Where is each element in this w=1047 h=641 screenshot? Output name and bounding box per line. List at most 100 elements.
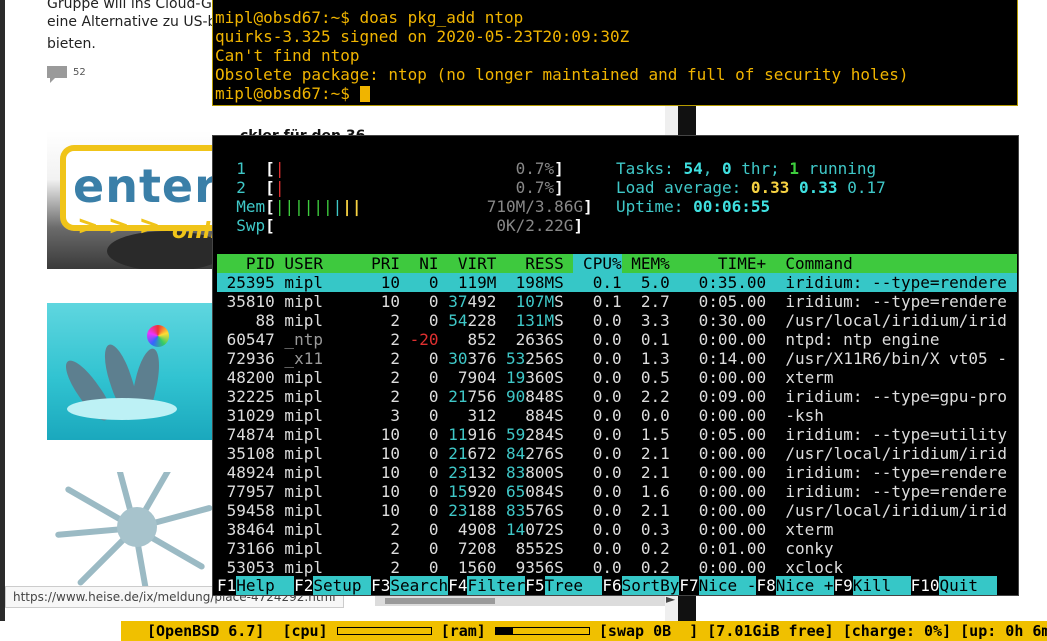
- fkey-label-kill[interactable]: Kill: [852, 576, 911, 595]
- cell-res-units: 276: [525, 444, 555, 463]
- cell-time: 0:00.00: [669, 368, 767, 387]
- column-header-pid[interactable]: PID: [217, 254, 275, 273]
- cell-res: 884: [496, 406, 555, 425]
- cell-virt: 7904: [438, 368, 497, 387]
- process-row[interactable]: 53053 mipl 2 0 1560 9356S 0.0 0.2 0:00.0…: [217, 558, 1017, 577]
- cpu1-meter: 1 [| 0.7%]: [236, 159, 564, 178]
- function-key-bar[interactable]: F1Help F2Setup F3SearchF4FilterF5Tree F6…: [217, 576, 1017, 595]
- process-row[interactable]: 77957 mipl 10 0 15920 65084S 0.0 1.6 0:0…: [217, 482, 1017, 501]
- cell-time: 0:00.00: [669, 520, 767, 539]
- cell-body: [117, 507, 157, 547]
- cell-virt-units: 920: [467, 482, 497, 501]
- column-header-command[interactable]: Command: [766, 254, 852, 273]
- cell-s: S: [554, 463, 574, 482]
- cell-mem: 0.3: [621, 520, 670, 539]
- article-thumbnail-dolphins[interactable]: [47, 303, 212, 440]
- cell-virt-thousands: 23: [438, 463, 468, 482]
- cell-cpu: 0.0: [573, 425, 622, 444]
- cell-virt-thousands: 11: [438, 425, 468, 444]
- ram-usage-bar: [494, 627, 590, 635]
- cell-cpu: 0.0: [573, 501, 622, 520]
- cell-time: 0:05.00: [669, 425, 767, 444]
- fkey-label-tree[interactable]: Tree: [544, 576, 603, 595]
- column-header-res[interactable]: RES: [496, 254, 554, 273]
- cell-pid: 25395: [217, 273, 275, 292]
- cell-pri: 2: [361, 311, 401, 330]
- column-header-ni[interactable]: NI: [400, 254, 438, 273]
- column-header-virt[interactable]: VIRT: [439, 254, 497, 273]
- fkey-label-nice[interactable]: Nice -: [698, 576, 757, 595]
- cell-res-thousands: 19: [496, 368, 526, 387]
- scrollbar-thumb[interactable]: [385, 598, 495, 604]
- process-row[interactable]: 35810 mipl 10 0 37492 107MS 0.1 2.7 0:05…: [217, 292, 1017, 311]
- cell-s: S: [554, 539, 574, 558]
- process-row[interactable]: 48924 mipl 10 0 23132 83800S 0.0 2.1 0:0…: [217, 463, 1017, 482]
- horizontal-scrollbar[interactable]: [375, 596, 665, 606]
- process-row[interactable]: 35108 mipl 10 0 21672 84276S 0.0 2.1 0:0…: [217, 444, 1017, 463]
- mem-meter: Mem[||||||||| 710M/3.86G]: [236, 197, 593, 216]
- cell-virt-units: 756: [467, 387, 497, 406]
- cell-cpu: 0.0: [573, 520, 622, 539]
- cell-pri: 2: [361, 387, 401, 406]
- process-row[interactable]: 74874 mipl 10 0 11916 59284S 0.0 1.5 0:0…: [217, 425, 1017, 444]
- process-row[interactable]: 60547 _ntp 2 -20 852 2636S 0.0 0.1 0:00.…: [217, 330, 1017, 349]
- cell-user: mipl: [274, 501, 362, 520]
- process-row[interactable]: 32225 mipl 2 0 21756 90848S 0.0 2.2 0:09…: [217, 387, 1017, 406]
- process-row[interactable]: 25395 mipl 10 0 119M 198MS 0.1 5.0 0:35.…: [217, 273, 1017, 292]
- cell-pri: 3: [361, 406, 401, 425]
- process-row[interactable]: 59458 mipl 10 0 23188 83576S 0.0 2.1 0:0…: [217, 501, 1017, 520]
- xterm-window[interactable]: mipl@obsd67:~$ doas pkg_add ntop quirks-…: [212, 0, 1018, 106]
- cell-user: mipl: [274, 368, 362, 387]
- cell-cmd: /usr/local/iridium/irid: [766, 501, 1007, 520]
- cell-time: 0:00.00: [669, 444, 767, 463]
- fkey-label-nice[interactable]: Nice +: [775, 576, 834, 595]
- column-header-mem[interactable]: MEM%: [622, 254, 670, 273]
- article-thumbnail-enter[interactable]: enter > > > onli: [47, 131, 212, 269]
- cell-cmd: xclock: [766, 558, 844, 577]
- cell-time: 0:00.00: [669, 482, 767, 501]
- cell-ni: 0: [400, 444, 439, 463]
- cell-user: mipl: [274, 463, 362, 482]
- process-row[interactable]: 38464 mipl 2 0 4908 14072S 0.0 0.3 0:00.…: [217, 520, 1017, 539]
- cell-s: S: [554, 425, 574, 444]
- fkey-label-sortby[interactable]: SortBy: [621, 576, 680, 595]
- process-row[interactable]: 31029 mipl 3 0 312 884S 0.0 0.0 0:00.00 …: [217, 406, 1017, 425]
- fkey-label-setup[interactable]: Setup: [313, 576, 372, 595]
- process-row[interactable]: 88 mipl 2 0 54228 131MS 0.0 3.3 0:30.00 …: [217, 311, 1017, 330]
- cell-res: 107M: [496, 292, 555, 311]
- process-row[interactable]: 72936 _x11 2 0 30376 53256S 0.0 1.3 0:14…: [217, 349, 1017, 368]
- process-row[interactable]: 73166 mipl 2 0 7208 8552S 0.0 0.2 0:01.0…: [217, 539, 1017, 558]
- cell-user: mipl: [274, 539, 362, 558]
- comment-link[interactable]: 52: [47, 66, 86, 83]
- fkey-label-quit[interactable]: Quit: [939, 576, 998, 595]
- htop-window[interactable]: 1 [| 0.7%] 2 [| 0.7%] Mem[||||||||| 710M…: [212, 135, 1019, 596]
- cell-time: 0:00.00: [669, 558, 767, 577]
- column-header-user[interactable]: USER: [275, 254, 362, 273]
- process-row[interactable]: 48200 mipl 2 0 7904 19360S 0.0 0.5 0:00.…: [217, 368, 1017, 387]
- cell-user: mipl: [274, 425, 362, 444]
- column-header-s[interactable]: S: [554, 254, 573, 273]
- cell-cpu: 0.0: [573, 558, 622, 577]
- fkey-label-help[interactable]: Help: [236, 576, 295, 595]
- cell-res-units: 072: [525, 520, 555, 539]
- process-table-header[interactable]: PID USER PRI NI VIRT RESS CPU% MEM% TIME…: [217, 254, 1017, 273]
- cell-time: 0:05.00: [669, 292, 767, 311]
- cell-user: mipl: [274, 520, 362, 539]
- cell-mem: 0.5: [621, 368, 670, 387]
- column-header-cpu[interactable]: CPU%: [573, 254, 622, 273]
- article-thumbnail-cell[interactable]: [47, 472, 212, 592]
- cell-ni: 0: [400, 539, 439, 558]
- fkey-label-filter[interactable]: Filter: [467, 576, 526, 595]
- column-header-pri[interactable]: PRI: [362, 254, 400, 273]
- text-cursor: [359, 86, 370, 102]
- cell-ni: 0: [400, 349, 439, 368]
- fkey-label-search[interactable]: Search: [390, 576, 449, 595]
- cell-pid: 35810: [217, 292, 275, 311]
- cell-pid: 35108: [217, 444, 275, 463]
- cell-virt-units: 188: [467, 501, 497, 520]
- cell-user: mipl: [274, 482, 362, 501]
- column-header-time[interactable]: TIME+: [670, 254, 766, 273]
- os-version: [OpenBSD 6.7]: [147, 622, 265, 640]
- cell-cpu: 0.0: [573, 482, 622, 501]
- cell-time: 0:00.00: [669, 501, 767, 520]
